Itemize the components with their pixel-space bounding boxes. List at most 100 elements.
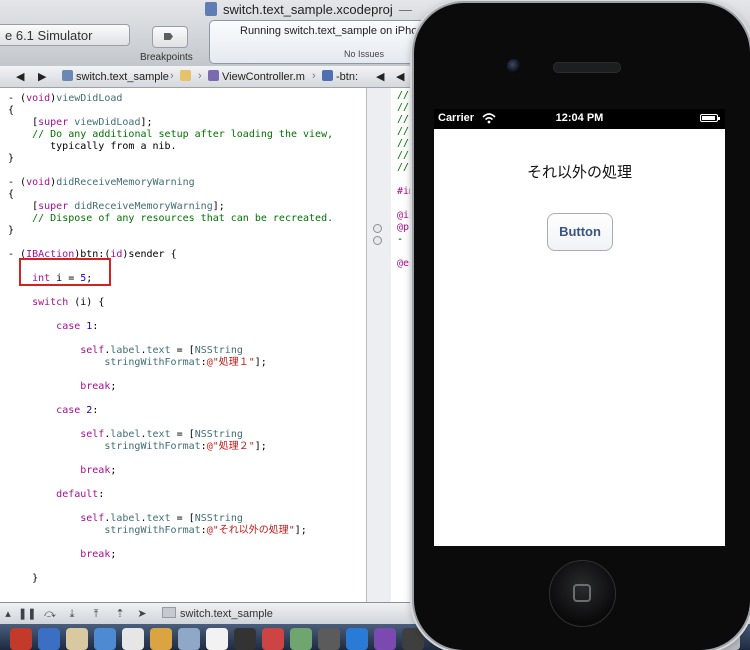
jumpbar-project[interactable]: switch.text_sample xyxy=(62,70,169,83)
assistant-code-line: @en xyxy=(397,258,416,269)
objc-file-icon xyxy=(208,70,219,81)
step-up-icon[interactable]: ⇡ xyxy=(112,606,128,622)
ios-status-bar: Carrier 12:04 PM xyxy=(434,109,725,129)
dock-app-icon[interactable] xyxy=(318,628,340,650)
ios-simulator-device: Carrier 12:04 PM それ以外の処理 Button xyxy=(414,3,750,650)
assistant-code-line: // xyxy=(397,90,410,101)
code-line: self.label.text = [NSString xyxy=(80,345,243,356)
jumpbar-method[interactable]: -btn: xyxy=(322,70,358,83)
jumpbar-folder[interactable] xyxy=(180,70,194,83)
device-icon xyxy=(162,607,176,618)
forward-arrow-icon[interactable]: ▶ xyxy=(38,70,46,83)
code-line: break; xyxy=(80,381,117,392)
location-icon[interactable]: ➤ xyxy=(134,606,150,622)
code-line: [super didReceiveMemoryWarning]; xyxy=(8,201,225,212)
dock-app-icon[interactable] xyxy=(374,628,396,650)
dock-app-icon[interactable] xyxy=(122,628,144,650)
assistant-code-line: @in xyxy=(397,210,416,221)
code-line: stringWithFormat:@"それ以外の処理"]; xyxy=(104,525,307,536)
speaker-grille xyxy=(553,62,621,73)
jumpbar-separator-icon: › xyxy=(312,70,316,82)
dock-app-icon[interactable] xyxy=(262,628,284,650)
code-line: - (void)didReceiveMemoryWarning xyxy=(8,177,195,188)
assistant-code-line: // xyxy=(397,150,410,161)
home-button[interactable] xyxy=(549,560,616,627)
code-line: } xyxy=(8,153,15,164)
assistant-code-line: // xyxy=(397,102,410,113)
hide-debug-area-icon[interactable]: ▴ xyxy=(0,606,16,622)
jumpbar-project-label: switch.text_sample xyxy=(76,71,169,83)
debug-target[interactable]: switch.text_sample xyxy=(162,607,273,620)
code-line: switch (i) { xyxy=(32,297,105,308)
assistant-back-icon[interactable]: ◀ xyxy=(396,70,404,83)
assistant-code-line: - ( xyxy=(397,234,416,245)
dock-app-icon[interactable] xyxy=(38,628,60,650)
dock-app-icon[interactable] xyxy=(178,628,200,650)
simulator-screen[interactable]: Carrier 12:04 PM それ以外の処理 Button xyxy=(434,109,725,546)
dock-app-icon[interactable] xyxy=(66,628,88,650)
action-button[interactable]: Button xyxy=(547,213,613,251)
code-line: // Dispose of any resources that can be … xyxy=(32,213,334,224)
related-files-icon[interactable]: ◀ xyxy=(376,70,384,83)
highlight-box xyxy=(19,258,111,286)
battery-icon xyxy=(700,114,720,122)
editor-split-divider[interactable] xyxy=(366,88,392,602)
project-icon xyxy=(62,70,73,81)
breakpoints-button[interactable] xyxy=(152,26,188,48)
jumpbar-file[interactable]: ViewController.m xyxy=(208,70,305,83)
dock-app-icon[interactable] xyxy=(94,628,116,650)
code-line: self.label.text = [NSString xyxy=(80,513,243,524)
status-running: Running switch.text_sample on iPho xyxy=(240,25,418,37)
assistant-code-line: // xyxy=(397,162,410,173)
dock-app-icon[interactable] xyxy=(290,628,312,650)
folder-icon xyxy=(180,70,191,81)
code-line: typically from a nib. xyxy=(8,141,177,152)
dock-app-icon[interactable] xyxy=(206,628,228,650)
jumpbar-method-label: -btn: xyxy=(336,71,359,83)
dock-app-icon[interactable] xyxy=(150,628,172,650)
dock-app-icon[interactable] xyxy=(10,628,32,650)
code-line: break; xyxy=(80,549,117,560)
assistant-code-line: // xyxy=(397,138,410,149)
code-line: { xyxy=(8,189,15,200)
connection-dot-icon xyxy=(373,224,382,233)
dock-app-icon[interactable] xyxy=(402,628,424,650)
back-arrow-icon[interactable]: ◀ xyxy=(16,70,24,83)
code-line: case 2: xyxy=(56,405,99,416)
battery-level xyxy=(702,116,715,120)
code-line: self.label.text = [NSString xyxy=(80,429,243,440)
status-issues: No Issues xyxy=(344,49,385,59)
step-out-icon[interactable]: ⤒ xyxy=(88,606,104,622)
source-code: - (void)viewDidLoad{ [super viewDidLoad]… xyxy=(0,88,333,597)
code-line: } xyxy=(8,225,15,236)
code-line: // Do any additional setup after loading… xyxy=(32,129,334,140)
pause-icon[interactable]: ❚❚ xyxy=(18,606,36,622)
jumpbar-separator-icon: › xyxy=(198,70,202,82)
step-in-icon[interactable]: ⤓ xyxy=(64,606,80,622)
code-line: { xyxy=(8,105,15,116)
code-editor[interactable]: - (void)viewDidLoad{ [super viewDidLoad]… xyxy=(0,88,366,602)
method-icon xyxy=(322,70,333,81)
dock-app-icon[interactable] xyxy=(234,628,256,650)
code-line: - (void)viewDidLoad xyxy=(8,93,123,104)
dock-app-icon[interactable] xyxy=(346,628,368,650)
breakpoint-icon xyxy=(164,33,173,40)
code-line: case 1: xyxy=(56,321,99,332)
scheme-label: e 6.1 Simulator xyxy=(5,28,93,43)
scheme-selector[interactable]: e 6.1 Simulator xyxy=(0,24,130,46)
step-over-icon[interactable]: ⤼ xyxy=(42,606,58,622)
code-line: stringWithFormat:@"処理２"]; xyxy=(104,441,267,452)
code-line: break; xyxy=(80,465,117,476)
